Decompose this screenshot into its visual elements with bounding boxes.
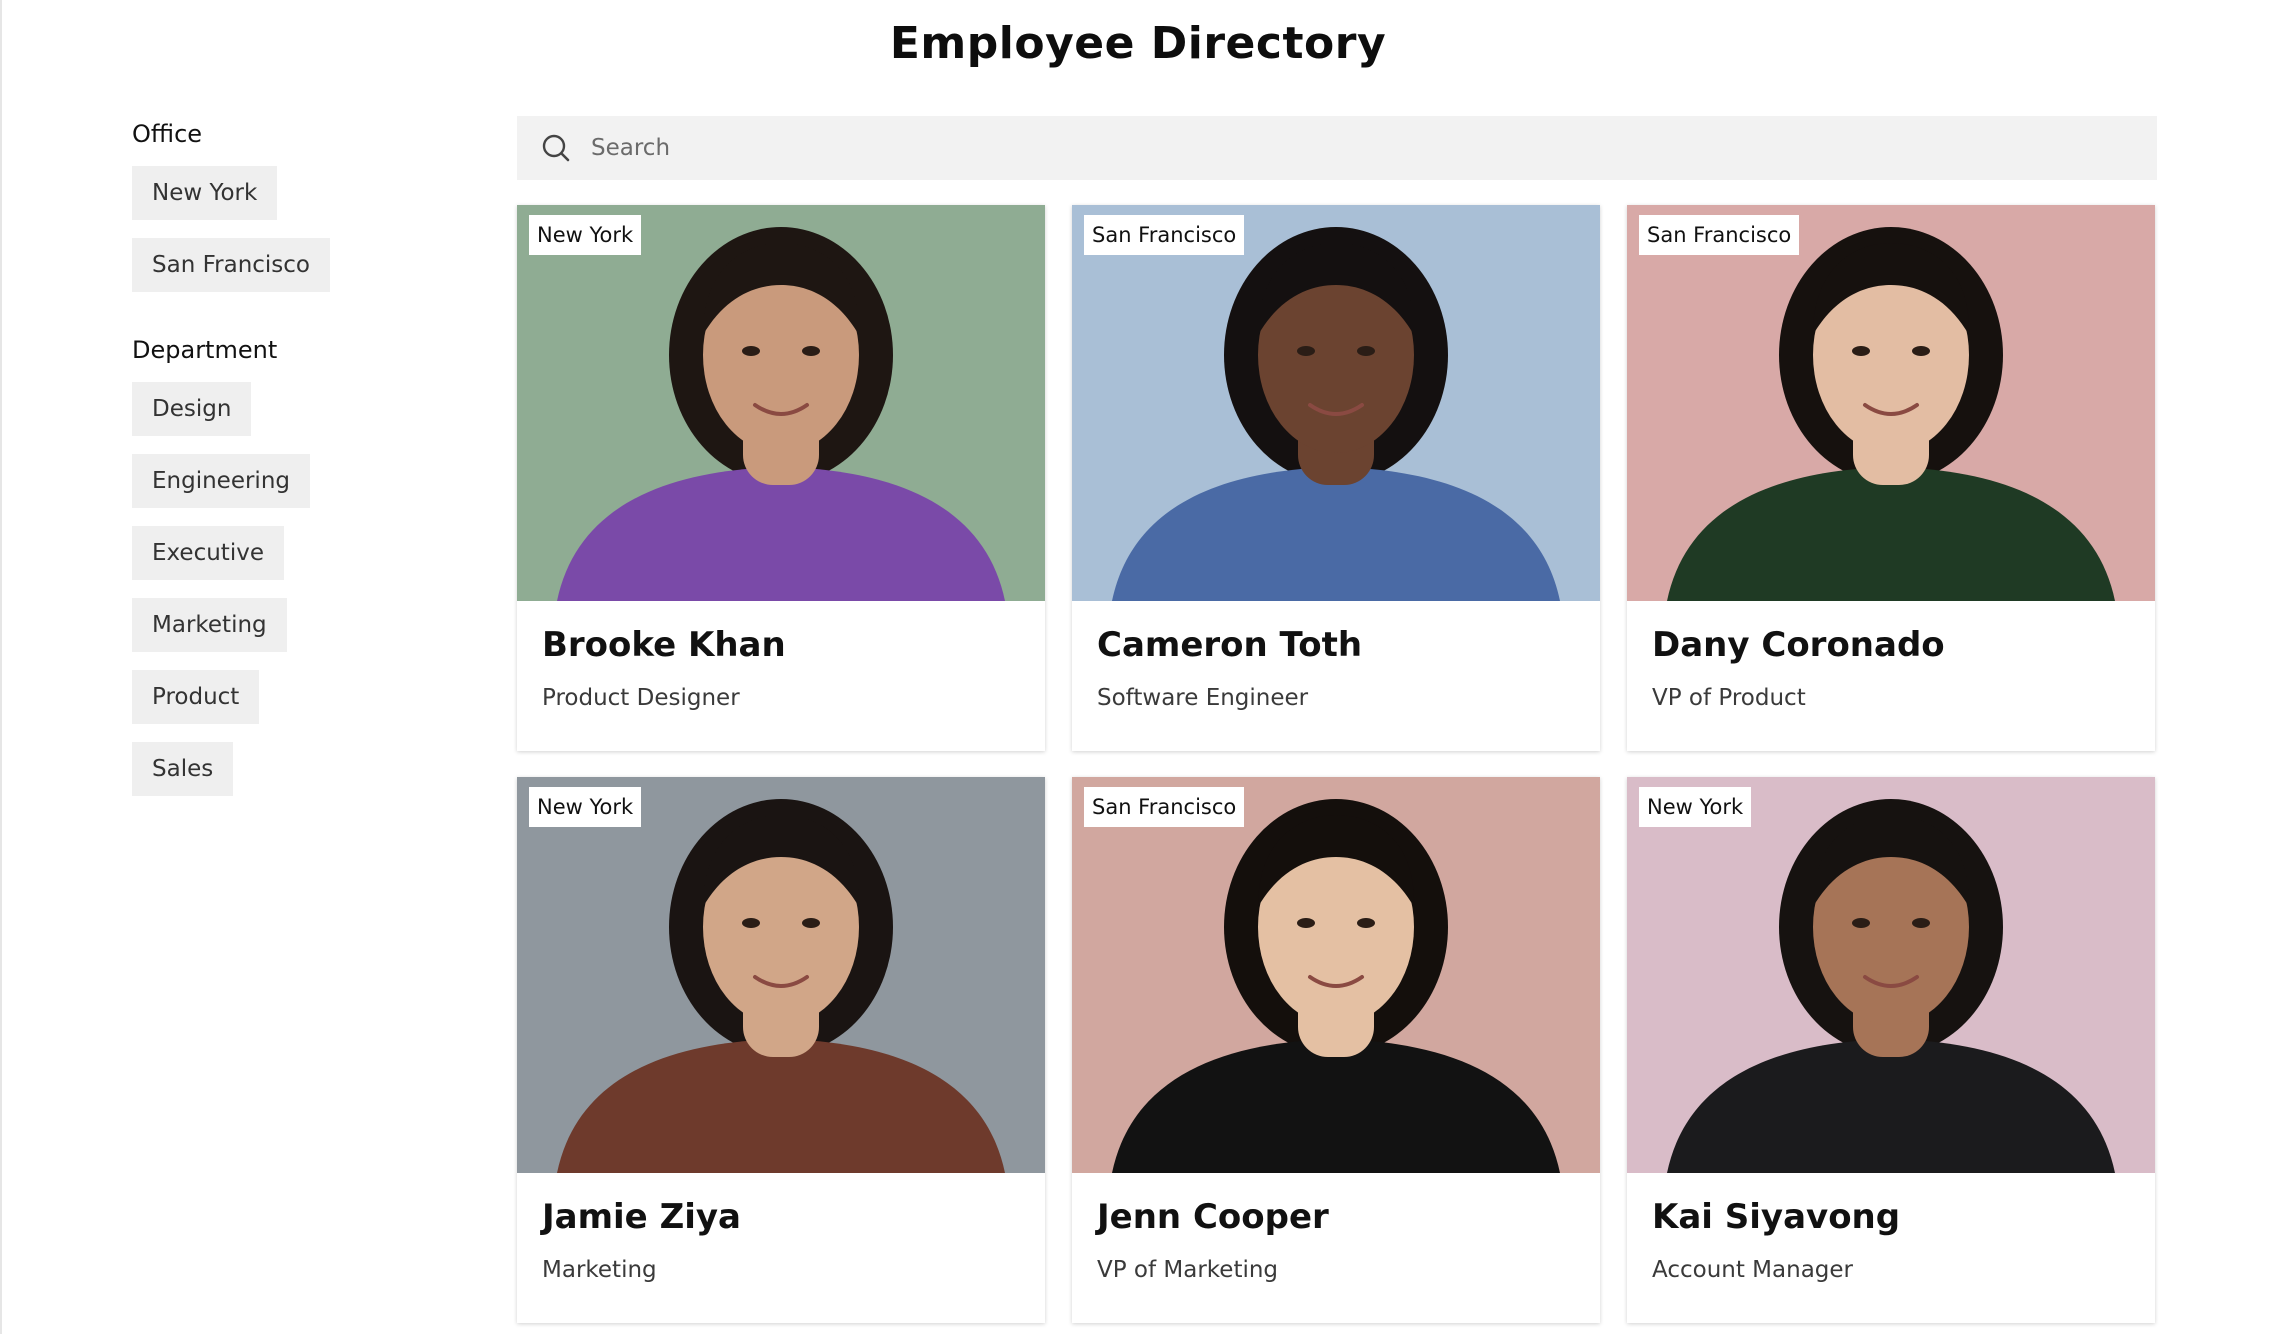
portrait-illustration [1072, 205, 1600, 601]
portrait-illustration [1627, 205, 2155, 601]
office-badge: New York [1639, 787, 1752, 827]
employee-card[interactable]: New York Jamie Ziya Marketing [517, 777, 1045, 1323]
portrait-eye [1297, 918, 1315, 928]
employee-grid: New York Brooke Khan Product Designer San F… [517, 205, 2159, 1323]
employee-name: Jamie Ziya [542, 1197, 741, 1237]
portrait-illustration [517, 777, 1045, 1173]
search-bar[interactable] [517, 116, 2157, 180]
employee-photo: New York [1627, 777, 2155, 1173]
employee-photo: New York [517, 777, 1045, 1173]
portrait-eye [742, 918, 760, 928]
portrait-illustration [517, 205, 1045, 601]
portrait-illustration [1627, 777, 2155, 1173]
filter-chip-engineering[interactable]: Engineering [132, 454, 310, 508]
portrait-eye [1297, 346, 1315, 356]
employee-title: Account Manager [1652, 1257, 1853, 1283]
employee-photo: San Francisco [1627, 205, 2155, 601]
filter-chip-marketing[interactable]: Marketing [132, 598, 287, 652]
employee-photo: New York [517, 205, 1045, 601]
portrait-eye [1912, 346, 1930, 356]
employee-name: Cameron Toth [1097, 625, 1363, 665]
portrait-illustration [1072, 777, 1600, 1173]
employee-card[interactable]: San Francisco Cameron Toth Software Engine… [1072, 205, 1600, 751]
portrait-eye [742, 346, 760, 356]
filter-chip-san-francisco[interactable]: San Francisco [132, 238, 331, 292]
office-badge: San Francisco [1084, 215, 1245, 255]
office-badge: New York [529, 787, 642, 827]
employee-name: Jenn Cooper [1097, 1197, 1329, 1237]
employee-card[interactable]: New York Brooke Khan Product Designer [517, 205, 1045, 751]
employee-title: VP of Product [1652, 685, 1806, 711]
office-filter-heading: Office [132, 120, 203, 148]
employee-photo: San Francisco [1072, 205, 1600, 601]
portrait-eye [1852, 918, 1870, 928]
portrait-eye [1357, 346, 1375, 356]
filter-chip-executive[interactable]: Executive [132, 526, 284, 580]
employee-card[interactable]: San Francisco Jenn Cooper VP of Marketing [1072, 777, 1600, 1323]
filter-chip-design[interactable]: Design [132, 382, 252, 436]
portrait-eye [1852, 346, 1870, 356]
search-icon [541, 133, 571, 163]
employee-title: Marketing [542, 1257, 657, 1283]
office-badge: San Francisco [1084, 787, 1245, 827]
employee-photo: San Francisco [1072, 777, 1600, 1173]
employee-card[interactable]: New York Kai Siyavong Account Manager [1627, 777, 2155, 1323]
employee-title: VP of Marketing [1097, 1257, 1279, 1283]
filter-chip-sales[interactable]: Sales [132, 742, 234, 796]
department-filter-group: Department Design Engineering Executive … [132, 334, 462, 814]
employee-card[interactable]: San Francisco Dany Coronado VP of Product [1627, 205, 2155, 751]
department-filter-heading: Department [132, 336, 278, 364]
portrait-eye [1357, 918, 1375, 928]
page-title: Employee Directory [889, 18, 1387, 69]
search-input[interactable] [589, 127, 2093, 169]
office-badge: San Francisco [1639, 215, 1800, 255]
office-filter-group: Office New York San Francisco [132, 118, 462, 310]
portrait-eye [1912, 918, 1930, 928]
employee-name: Kai Siyavong [1652, 1197, 1901, 1237]
office-badge: New York [529, 215, 642, 255]
filter-chip-product[interactable]: Product [132, 670, 260, 724]
employee-name: Dany Coronado [1652, 625, 1945, 665]
employee-name: Brooke Khan [542, 625, 786, 665]
filter-sidebar: Office New York San Francisco Department… [132, 118, 462, 838]
page: Employee Directory Office New York San F… [0, 0, 2272, 1334]
employee-title: Software Engineer [1097, 685, 1309, 711]
employee-title: Product Designer [542, 685, 740, 711]
portrait-eye [802, 918, 820, 928]
filter-chip-new-york[interactable]: New York [132, 166, 278, 220]
portrait-eye [802, 346, 820, 356]
